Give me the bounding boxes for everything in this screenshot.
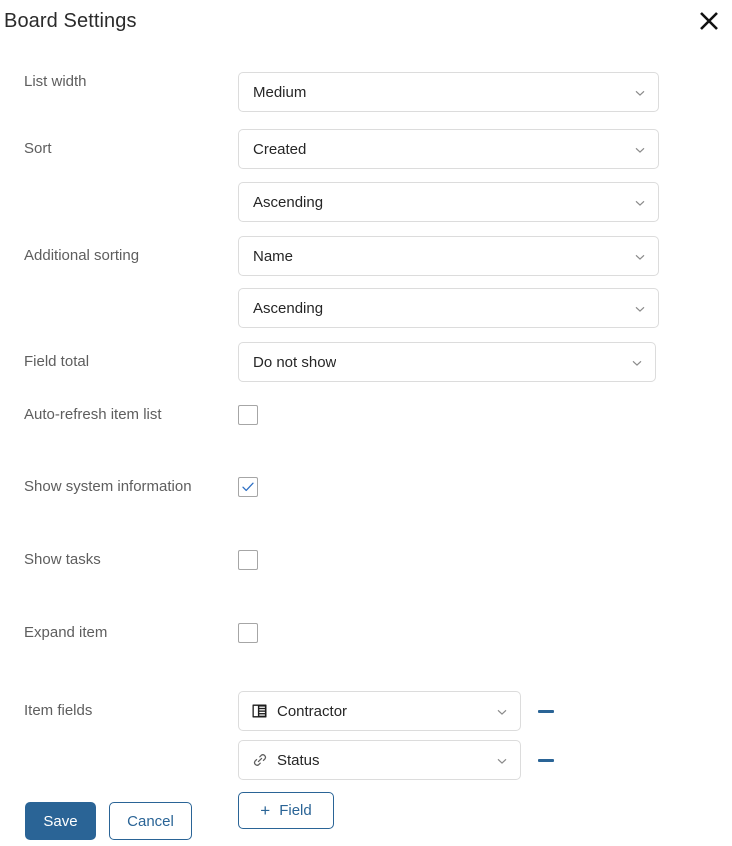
chevron-down-icon [496, 754, 508, 766]
select-item-field-status[interactable]: Status [238, 740, 521, 780]
remove-item-field-contractor-button[interactable] [535, 700, 557, 722]
select-sort-direction[interactable]: Ascending [238, 182, 659, 222]
control-expand-item [238, 623, 732, 643]
chevron-down-icon [634, 143, 646, 155]
link-chain-icon [251, 752, 268, 769]
chevron-down-icon [631, 356, 643, 368]
checkbox-expand-item[interactable] [238, 623, 258, 643]
row-list-width: List width Medium [0, 72, 732, 112]
item-field-row: Status [238, 740, 557, 780]
dialog-header: Board Settings [0, 0, 732, 46]
control-item-fields: Contractor Status + Field [238, 691, 732, 829]
label-expand-item: Expand item [24, 624, 108, 641]
label-auto-refresh: Auto-refresh item list [24, 406, 162, 423]
select-list-width-value: Medium [253, 83, 307, 101]
record-card-icon [251, 703, 268, 720]
add-field-button-label: Field [279, 802, 312, 819]
select-sort-direction-value: Ascending [253, 193, 324, 211]
select-item-field-status-value: Status [277, 751, 320, 769]
row-sort: Sort Created Ascending [0, 129, 732, 222]
control-show-system-information [238, 477, 732, 497]
label-list-width: List width [24, 73, 87, 90]
select-sort-field[interactable]: Created [238, 129, 659, 169]
close-button[interactable] [694, 6, 724, 36]
plus-icon: + [260, 801, 271, 820]
select-field-total-value: Do not show [253, 353, 337, 371]
row-field-total: Field total Do not show [0, 342, 732, 382]
row-auto-refresh: Auto-refresh item list [0, 405, 732, 441]
control-list-width: Medium [238, 72, 732, 112]
item-field-row: Contractor [238, 691, 557, 731]
chevron-down-icon [634, 302, 646, 314]
minus-icon [538, 758, 554, 762]
select-additional-sort-direction[interactable]: Ascending [238, 288, 659, 328]
label-field-total: Field total [24, 353, 90, 370]
control-auto-refresh [238, 405, 732, 425]
checkbox-show-tasks[interactable] [238, 550, 258, 570]
add-field-button[interactable]: + Field [238, 792, 334, 829]
dialog-footer: Save Cancel [25, 802, 192, 840]
close-x-icon [698, 10, 720, 32]
label-sort: Sort [24, 140, 52, 157]
row-show-tasks: Show tasks [0, 550, 732, 586]
label-item-fields: Item fields [24, 702, 93, 719]
select-additional-sort-field[interactable]: Name [238, 236, 659, 276]
checkmark-icon [241, 480, 255, 494]
row-additional-sorting: Additional sorting Name Ascending [0, 236, 732, 328]
select-sort-field-value: Created [253, 140, 307, 158]
label-show-tasks: Show tasks [24, 551, 101, 568]
settings-form: List width Medium Sort Created Ascending [0, 72, 732, 829]
save-button[interactable]: Save [25, 802, 96, 840]
control-additional-sorting: Name Ascending [238, 236, 732, 328]
select-list-width[interactable]: Medium [238, 72, 659, 112]
control-field-total: Do not show [238, 342, 732, 382]
checkbox-show-system-information[interactable] [238, 477, 258, 497]
checkbox-auto-refresh[interactable] [238, 405, 258, 425]
select-additional-sort-direction-value: Ascending [253, 299, 324, 317]
row-expand-item: Expand item [0, 623, 732, 659]
chevron-down-icon [496, 705, 508, 717]
chevron-down-icon [634, 196, 646, 208]
label-show-system-information: Show system information [24, 478, 192, 495]
select-item-field-contractor[interactable]: Contractor [238, 691, 521, 731]
row-show-system-information: Show system information [0, 477, 732, 513]
select-item-field-contractor-value: Contractor [277, 702, 348, 720]
control-show-tasks [238, 550, 732, 570]
select-additional-sort-field-value: Name [253, 247, 294, 265]
control-sort: Created Ascending [238, 129, 732, 222]
page-title: Board Settings [4, 10, 137, 32]
remove-item-field-status-button[interactable] [535, 749, 557, 771]
minus-icon [538, 709, 554, 713]
label-additional-sorting: Additional sorting [24, 247, 140, 264]
select-field-total[interactable]: Do not show [238, 342, 656, 382]
chevron-down-icon [634, 86, 646, 98]
chevron-down-icon [634, 250, 646, 262]
cancel-button[interactable]: Cancel [109, 802, 192, 840]
